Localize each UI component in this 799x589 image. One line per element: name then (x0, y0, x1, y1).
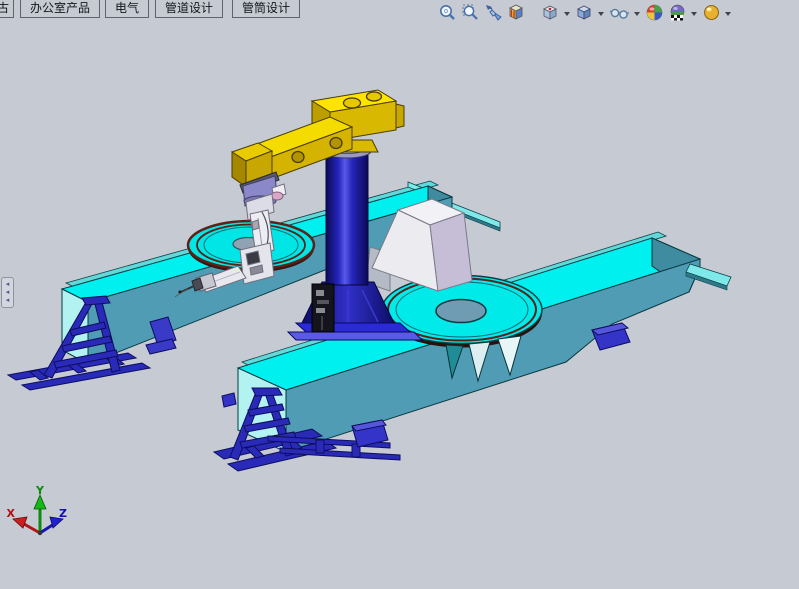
apply-scene-button[interactable] (666, 2, 689, 23)
hide-show-items-dropdown-arrow[interactable] (634, 12, 640, 16)
display-style-dropdown-arrow[interactable] (598, 12, 604, 16)
triad-z-label: Z (59, 507, 67, 520)
tab-piping-design[interactable]: 管道设计 (155, 0, 223, 18)
view-settings-icon (702, 3, 721, 22)
graphics-area[interactable]: Y X Z (0, 0, 799, 589)
display-style-icon (575, 3, 594, 22)
tab-office-products[interactable]: 办公室产品 (20, 0, 100, 18)
edit-appearance-icon (645, 3, 664, 22)
apply-scene-dropdown-arrow[interactable] (691, 12, 697, 16)
display-style-button[interactable] (573, 2, 596, 23)
tab-partial[interactable]: 古 (0, 0, 14, 18)
section-view-icon (507, 3, 526, 22)
zoom-to-fit-button[interactable] (436, 2, 459, 23)
column-control-box (312, 284, 334, 332)
zoom-to-area-icon (461, 3, 480, 22)
zoom-to-area-button[interactable] (459, 2, 482, 23)
previous-view-icon (484, 3, 503, 22)
view-settings-button[interactable] (700, 2, 723, 23)
tab-electrical[interactable]: 电气 (105, 0, 149, 18)
apply-scene-icon (668, 3, 687, 22)
expander-arrow-icon: ◂ (6, 289, 10, 297)
expander-arrow-icon: ◂ (6, 281, 10, 289)
hide-show-items-icon (609, 3, 630, 22)
expander-arrow-icon: ◂ (6, 297, 10, 305)
view-settings-dropdown-arrow[interactable] (725, 12, 731, 16)
previous-view-button[interactable] (482, 2, 505, 23)
triad-x-label: X (7, 507, 16, 520)
solidworks-window: Y X Z 古 办公室产品 电气 管道设计 管筒设计 (0, 0, 799, 589)
zoom-to-fit-icon (438, 3, 457, 22)
tab-tubing-design[interactable]: 管筒设计 (232, 0, 300, 18)
triad-y-label: Y (35, 484, 45, 497)
view-orientation-icon (541, 3, 560, 22)
view-orientation-dropdown-arrow[interactable] (564, 12, 570, 16)
hide-show-items-button[interactable] (607, 2, 632, 23)
heads-up-view-toolbar (436, 2, 734, 23)
feature-panel-expander[interactable]: ◂ ◂ ◂ (1, 277, 14, 308)
edit-appearance-button[interactable] (643, 2, 666, 23)
section-view-button[interactable] (505, 2, 528, 23)
view-orientation-button[interactable] (539, 2, 562, 23)
